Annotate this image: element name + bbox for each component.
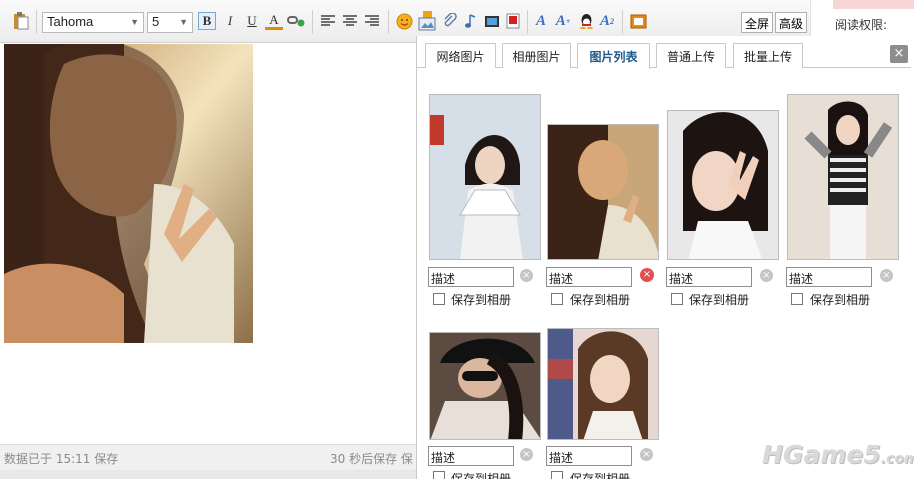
thumbnail-3[interactable] <box>667 110 779 260</box>
qq-icon[interactable] <box>577 12 595 30</box>
site-watermark: HGame5.com <box>762 440 914 469</box>
font-style-icon[interactable]: A <box>532 12 550 30</box>
thumbnail-5[interactable] <box>429 332 541 440</box>
delete-image-6-icon[interactable]: × <box>640 448 653 461</box>
font-family-value: Tahoma <box>47 14 94 29</box>
description-input-1[interactable]: 描述 <box>428 267 514 287</box>
tab-batch-upload[interactable]: 批量上传 <box>733 43 803 68</box>
description-input-3[interactable]: 描述 <box>666 267 752 287</box>
save-to-album-checkbox-1[interactable] <box>433 293 445 305</box>
autosave-status: 30 秒后保存 保 <box>330 452 413 466</box>
text-color-button[interactable]: A <box>265 12 283 30</box>
permission-label: 阅读权限: <box>835 18 888 32</box>
paste-icon[interactable] <box>12 12 30 30</box>
align-center-icon[interactable] <box>341 12 359 30</box>
align-left-icon[interactable] <box>319 12 337 30</box>
status-bar: 数据已于 15:11 保存 30 秒后保存 保 <box>0 444 416 470</box>
italic-button[interactable]: I <box>221 12 239 30</box>
description-input-4[interactable]: 描述 <box>786 267 872 287</box>
save-to-album-checkbox-4[interactable] <box>791 293 803 305</box>
save-to-album-checkbox-6[interactable] <box>551 471 563 479</box>
delete-image-3-icon[interactable]: × <box>760 269 773 282</box>
thumbnail-6[interactable] <box>547 328 659 440</box>
align-right-icon[interactable] <box>363 12 381 30</box>
font-superscript-icon[interactable]: A + <box>554 12 572 30</box>
delete-image-2-icon[interactable]: × <box>640 268 654 282</box>
insert-block-icon[interactable] <box>629 12 647 30</box>
thumbnail-1[interactable] <box>429 94 541 260</box>
save-to-album-label-3: 保存到相册 <box>689 293 750 307</box>
font-subscript-icon[interactable]: A2 <box>598 12 616 30</box>
description-input-6[interactable]: 描述 <box>546 446 632 466</box>
image-icon[interactable] <box>418 11 436 31</box>
save-to-album-label-1: 保存到相册 <box>451 293 512 307</box>
chevron-down-icon: ▼ <box>130 17 139 27</box>
image-panel-tabs: 网络图片 相册图片 图片列表 普通上传 批量上传 × <box>417 36 911 69</box>
image-panel: 网络图片 相册图片 图片列表 普通上传 批量上传 × 描述 × 保存到相册 描述… <box>416 36 911 479</box>
editor-content-area[interactable] <box>0 44 416 444</box>
font-family-select[interactable]: Tahoma ▼ <box>42 12 144 33</box>
thumbnail-4[interactable] <box>787 94 899 260</box>
bold-button[interactable]: B <box>198 12 216 30</box>
advanced-button[interactable]: 高级 <box>775 12 808 33</box>
save-to-album-checkbox-2[interactable] <box>551 293 563 305</box>
save-to-album-label-2: 保存到相册 <box>570 293 631 307</box>
music-icon[interactable] <box>462 12 480 30</box>
tab-album-image[interactable]: 相册图片 <box>502 43 571 68</box>
saved-status: 数据已于 15:11 保存 <box>4 452 119 466</box>
editor-bottom-strip <box>0 470 416 479</box>
chevron-down-icon: ▼ <box>179 17 188 27</box>
thumbnail-2[interactable] <box>547 124 659 260</box>
save-to-album-checkbox-5[interactable] <box>433 471 445 479</box>
inserted-photo[interactable] <box>4 44 253 343</box>
save-to-album-label-5: 保存到相册 <box>451 472 512 479</box>
save-to-album-label-4: 保存到相册 <box>810 293 871 307</box>
close-panel-button[interactable]: × <box>890 45 908 63</box>
font-size-value: 5 <box>152 14 160 29</box>
video-icon[interactable] <box>483 12 501 30</box>
emoticon-icon[interactable] <box>395 12 413 30</box>
delete-image-4-icon[interactable]: × <box>880 269 893 282</box>
link-icon[interactable] <box>287 12 305 30</box>
tab-normal-upload[interactable]: 普通上传 <box>656 43 726 68</box>
flash-icon[interactable] <box>504 12 522 30</box>
attachment-icon[interactable] <box>441 12 459 30</box>
tab-web-image[interactable]: 网络图片 <box>425 43 496 68</box>
fullscreen-button[interactable]: 全屏 <box>741 12 774 33</box>
description-input-5[interactable]: 描述 <box>428 446 514 466</box>
save-to-album-label-6: 保存到相册 <box>570 472 631 479</box>
underline-button[interactable]: U <box>243 12 261 30</box>
font-size-select[interactable]: 5 ▼ <box>147 12 193 33</box>
description-input-2[interactable]: 描述 <box>546 267 632 287</box>
tab-image-list[interactable]: 图片列表 <box>577 43 650 69</box>
delete-image-5-icon[interactable]: × <box>520 448 533 461</box>
delete-image-1-icon[interactable]: × <box>520 269 533 282</box>
save-to-album-checkbox-3[interactable] <box>671 293 683 305</box>
sidebar-highlight <box>833 0 914 9</box>
